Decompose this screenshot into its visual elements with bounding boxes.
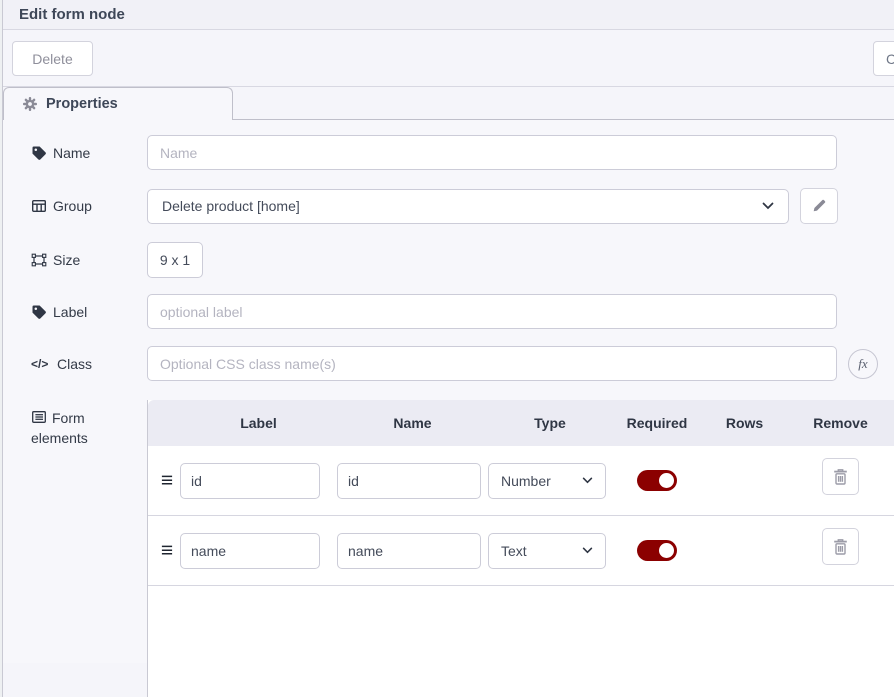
col-header-remove: Remove <box>787 415 894 431</box>
col-header-name: Name <box>337 415 488 431</box>
element-name-input[interactable] <box>337 533 481 569</box>
form-elements-row: Form elements Label Name Type Required R… <box>3 400 894 697</box>
element-type-select[interactable]: Text <box>488 533 606 569</box>
class-expression-button[interactable]: fx <box>848 349 878 379</box>
col-header-type: Type <box>488 415 612 431</box>
trash-icon <box>832 468 849 486</box>
tab-properties-label: Properties <box>46 96 118 112</box>
element-type-select[interactable]: Number <box>488 463 606 499</box>
size-label: Size <box>31 252 147 268</box>
code-icon: </> <box>31 357 51 371</box>
element-label-input[interactable] <box>180 533 320 569</box>
form-element-row-id: ≡ Number <box>148 446 894 516</box>
remove-element-button[interactable] <box>822 458 859 495</box>
label-row: Label <box>3 294 894 329</box>
required-toggle[interactable] <box>637 540 677 561</box>
element-label-input[interactable] <box>180 463 320 499</box>
cancel-button[interactable]: Cancel <box>873 41 894 76</box>
dialog-title: Edit form node <box>19 6 125 23</box>
form-elements-table-header: Label Name Type Required Rows Remove <box>148 400 894 446</box>
table-icon <box>31 198 47 214</box>
name-input[interactable] <box>147 135 837 170</box>
col-header-rows: Rows <box>702 415 787 431</box>
required-toggle[interactable] <box>637 470 677 491</box>
gear-icon <box>22 96 38 112</box>
table-empty-area <box>148 586 894 697</box>
size-row: Size 9 x 1 <box>3 242 894 278</box>
chevron-down-icon <box>582 477 593 484</box>
trash-icon <box>832 538 849 556</box>
name-row: Name <box>3 135 894 170</box>
toggle-knob <box>659 543 674 558</box>
drag-handle-icon[interactable]: ≡ <box>148 543 180 559</box>
name-label: Name <box>31 145 147 161</box>
class-input[interactable] <box>147 346 837 381</box>
tab-bar: Properties <box>3 87 894 120</box>
form-element-row-name: ≡ Text <box>148 516 894 586</box>
delete-button[interactable]: Delete <box>12 41 93 76</box>
element-name-input[interactable] <box>337 463 481 499</box>
pencil-icon <box>811 198 827 214</box>
drag-handle-icon[interactable]: ≡ <box>148 473 180 489</box>
object-group-icon <box>31 252 47 268</box>
remove-element-button[interactable] <box>822 528 859 565</box>
col-header-label: Label <box>180 415 337 431</box>
tab-properties[interactable]: Properties <box>3 87 233 120</box>
form-elements-label: Form elements <box>31 400 147 448</box>
group-select[interactable]: Delete product [home] <box>147 189 789 224</box>
group-select-value: Delete product [home] <box>162 198 300 214</box>
group-label: Group <box>31 198 147 214</box>
class-label: </> Class <box>31 356 147 372</box>
form-elements-table: Label Name Type Required Rows Remove ≡ N… <box>147 400 894 697</box>
properties-panel: Name Group Delete product [home] <box>3 120 894 663</box>
chevron-down-icon <box>762 202 774 210</box>
label-label: Label <box>31 304 147 320</box>
col-header-required: Required <box>612 415 702 431</box>
toggle-knob <box>659 473 674 488</box>
dialog-header: Edit form node <box>3 0 894 30</box>
group-row: Group Delete product [home] <box>3 188 894 224</box>
list-icon <box>31 409 47 425</box>
tag-icon <box>31 304 47 320</box>
size-button[interactable]: 9 x 1 <box>147 242 203 278</box>
edit-form-node-dialog: Edit form node Delete Cancel Pr <box>2 0 894 697</box>
dialog-toolbar: Delete Cancel <box>3 30 894 87</box>
label-input[interactable] <box>147 294 837 329</box>
edit-group-button[interactable] <box>800 188 838 224</box>
tag-icon <box>31 145 47 161</box>
chevron-down-icon <box>582 547 593 554</box>
class-row: </> Class fx <box>3 346 894 381</box>
